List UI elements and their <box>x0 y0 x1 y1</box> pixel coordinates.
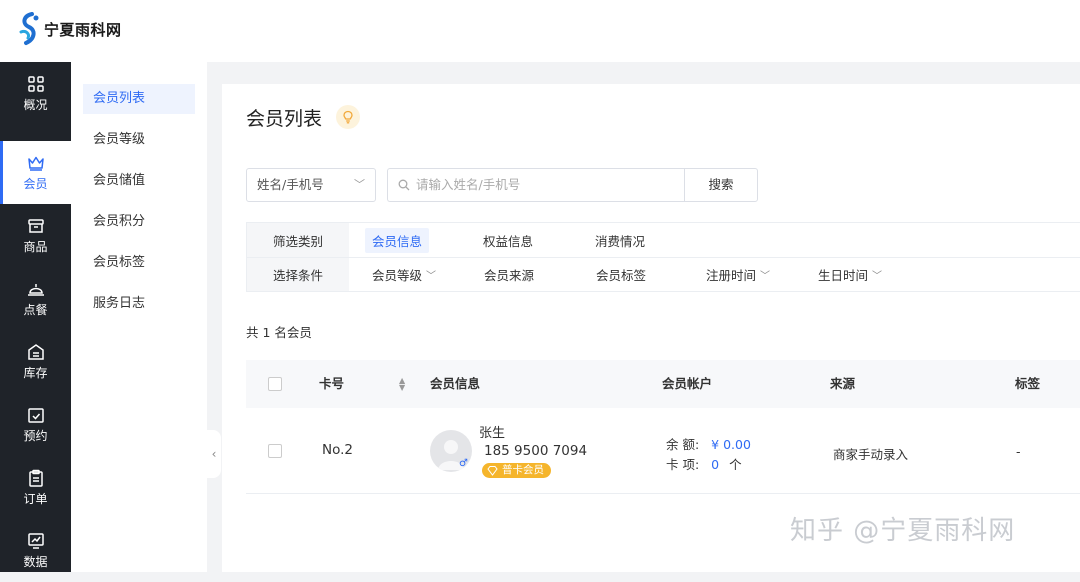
sidebar-item-label: 订单 <box>23 491 48 506</box>
card-items-unit: 个 <box>729 457 742 472</box>
subnav-item-member-stored-value[interactable]: 会员储值 <box>83 166 195 196</box>
sidebar-item-label: 预约 <box>23 428 48 443</box>
search-field-select[interactable]: 姓名/手机号 ﹀ <box>246 168 376 202</box>
chart-monitor-icon <box>27 532 44 549</box>
logo-mark-icon <box>18 12 42 46</box>
filter-category-member-info[interactable]: 会员信息 <box>365 223 430 257</box>
filter-condition-member-source[interactable]: 会员来源 <box>484 258 534 291</box>
sidebar-item-data[interactable]: 数据 <box>0 519 71 582</box>
sidebar-item-members[interactable]: 会员 <box>0 141 71 204</box>
search-placeholder: 请输入姓名/手机号 <box>416 177 521 192</box>
sidebar-item-overview[interactable]: 概况 <box>0 62 71 125</box>
balance-value[interactable]: ¥ 0.00 <box>711 437 751 452</box>
member-tag: - <box>1016 444 1021 459</box>
card-number: No.2 <box>322 442 354 458</box>
sidebar-item-label: 库存 <box>23 365 48 380</box>
balance-line: 余 额: ¥ 0.00 <box>666 434 751 453</box>
box-icon <box>27 218 44 233</box>
filter-condition-birthday[interactable]: 生日时间 ﹀ <box>818 258 882 291</box>
clipboard-icon <box>28 469 43 487</box>
sidebar-item-products[interactable]: 商品 <box>0 204 71 267</box>
main-sidebar: 概况 会员 商品 点餐 库存 预约 订单 数据 <box>0 62 71 572</box>
column-header-card-no: 卡号 <box>319 376 345 391</box>
chevron-down-icon: ﹀ <box>354 178 365 191</box>
crown-icon <box>27 156 44 171</box>
lightbulb-icon[interactable] <box>336 105 360 129</box>
top-bar: 宁夏雨科网 <box>0 0 1080 62</box>
brand-logo[interactable]: 宁夏雨科网 <box>18 12 122 46</box>
balance-label: 余 额: <box>666 437 700 452</box>
row-checkbox[interactable] <box>268 444 282 458</box>
filter-conditions-label: 选择条件 <box>247 258 349 291</box>
sidebar-item-label: 数据 <box>23 554 48 569</box>
card-items-value[interactable]: 0 <box>711 457 719 472</box>
page-title: 会员列表 <box>246 108 323 130</box>
filter-row-conditions: 选择条件 会员等级 ﹀ 会员来源 会员标签 注册时间 ﹀ 生日时间 ﹀ <box>247 257 1080 291</box>
subnav-item-member-tags[interactable]: 会员标签 <box>83 248 195 278</box>
member-source: 商家手动录入 <box>833 447 909 462</box>
sidebar-item-label: 点餐 <box>23 302 48 317</box>
chevron-left-icon: ‹ <box>211 447 217 461</box>
filter-category-consumption[interactable]: 消费情况 <box>595 223 645 257</box>
member-name[interactable]: 张生 <box>479 422 505 441</box>
filter-panel: 筛选类别 会员信息 权益信息 消费情况 选择条件 会员等级 ﹀ 会员来源 会员标签… <box>246 222 1080 292</box>
card-items-label: 卡 项: <box>666 457 700 472</box>
sidebar-item-label: 概况 <box>23 97 48 112</box>
subnav-item-member-points[interactable]: 会员积分 <box>83 207 195 237</box>
member-count: 共 1 名会员 <box>246 325 312 340</box>
sort-icon[interactable]: ▲ ▼ <box>399 377 407 392</box>
column-header-account: 会员帐户 <box>662 376 713 391</box>
column-header-member-info: 会员信息 <box>430 376 481 391</box>
filter-condition-member-tag[interactable]: 会员标签 <box>596 258 646 291</box>
column-header-source: 来源 <box>830 376 856 391</box>
chevron-down-icon: ﹀ <box>760 271 771 282</box>
sidebar-item-label: 商品 <box>23 239 48 254</box>
subnav-item-service-log[interactable]: 服务日志 <box>83 289 195 319</box>
member-phone: 185 9500 7094 <box>484 443 588 459</box>
chevron-down-icon: ﹀ <box>426 271 437 282</box>
collapse-subnav-button[interactable]: ‹ <box>207 430 221 478</box>
filter-row-category: 筛选类别 会员信息 权益信息 消费情况 <box>247 223 1080 257</box>
column-header-tags: 标签 <box>1015 376 1041 391</box>
search-icon <box>398 179 410 191</box>
male-icon: ♂ <box>459 458 468 469</box>
sidebar-item-inventory[interactable]: 库存 <box>0 330 71 393</box>
filter-category-label: 筛选类别 <box>247 223 349 257</box>
watermark: 知乎 @宁夏雨科网 <box>790 516 1016 546</box>
chevron-down-icon: ﹀ <box>872 271 883 282</box>
main-content: 会员列表 姓名/手机号 ﹀ 请输入姓名/手机号 搜索 筛选类别 会员信息 权益信… <box>222 84 1080 572</box>
sidebar-item-label: 会员 <box>23 176 48 191</box>
search-input[interactable]: 请输入姓名/手机号 <box>387 168 684 202</box>
filter-condition-member-level[interactable]: 会员等级 ﹀ <box>372 258 436 291</box>
sidebar-item-ordering[interactable]: 点餐 <box>0 267 71 330</box>
sidebar-item-booking[interactable]: 预约 <box>0 393 71 456</box>
subnav-item-member-levels[interactable]: 会员等级 <box>83 125 195 155</box>
card-items-line: 卡 项: 0 个 <box>666 454 742 473</box>
table-header: 卡号 ▲ ▼ 会员信息 会员帐户 来源 标签 <box>246 360 1080 408</box>
search-field-select-value: 姓名/手机号 <box>257 177 324 192</box>
table-row[interactable]: No.2 ♂ 张生 185 9500 7094 普卡会员 余 额: ¥ 0.00… <box>246 408 1080 494</box>
stock-icon <box>27 343 44 360</box>
filter-condition-register-time[interactable]: 注册时间 ﹀ <box>706 258 770 291</box>
member-level-badge: 普卡会员 <box>482 463 551 478</box>
food-cover-icon <box>27 283 44 296</box>
sidebar-item-orders[interactable]: 订单 <box>0 456 71 519</box>
search-button[interactable]: 搜索 <box>684 168 758 202</box>
diamond-icon <box>487 466 498 476</box>
filter-category-benefits[interactable]: 权益信息 <box>483 223 533 257</box>
brand-name: 宁夏雨科网 <box>44 20 122 39</box>
grid-icon <box>27 75 44 92</box>
calendar-check-icon <box>27 407 44 423</box>
subnav-item-member-list[interactable]: 会员列表 <box>83 84 195 114</box>
select-all-checkbox[interactable] <box>268 377 282 391</box>
member-subnav: 会员列表 会员等级 会员储值 会员积分 会员标签 服务日志 <box>71 62 207 572</box>
